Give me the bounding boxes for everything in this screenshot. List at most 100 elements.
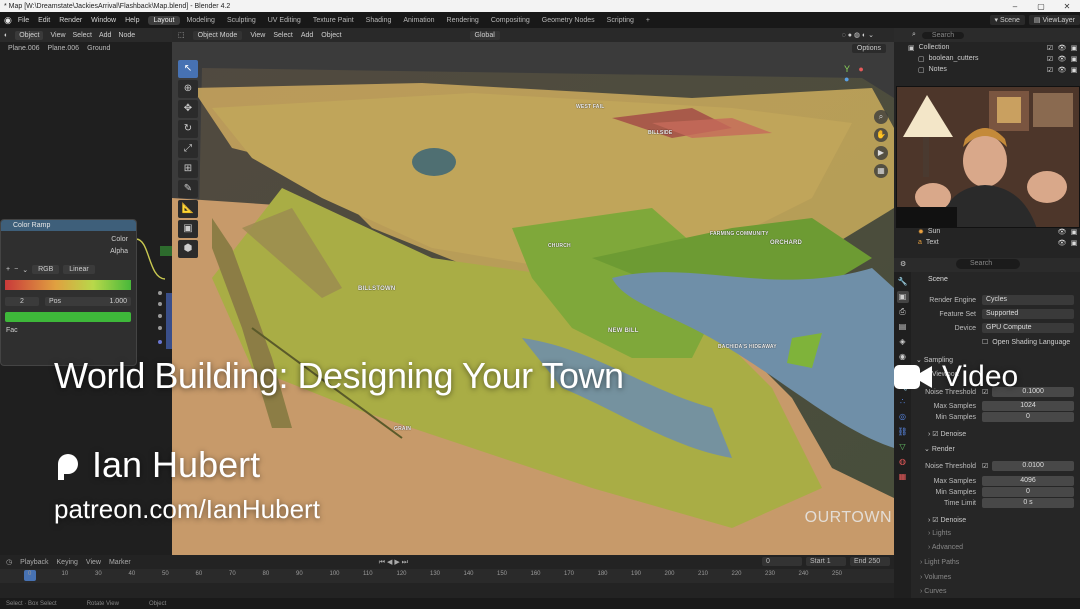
particles-tab-icon[interactable]: ∴ bbox=[897, 396, 909, 408]
add-stop-button[interactable]: + bbox=[6, 266, 10, 273]
tab-texture-paint[interactable]: Texture Paint bbox=[308, 16, 359, 25]
constraints-tab-icon[interactable]: ⛓ bbox=[897, 426, 909, 438]
add-cube-tool-icon[interactable]: ▣ bbox=[178, 220, 198, 238]
transform-orientation-dropdown[interactable]: Global bbox=[469, 30, 500, 40]
playback-controls[interactable]: ⏮ ◀ ▶ ⏭ bbox=[379, 558, 408, 567]
editor-type-icon[interactable]: ⬚ bbox=[178, 31, 185, 39]
menu-playback[interactable]: Playback bbox=[20, 559, 48, 566]
outliner-row-notes[interactable]: ▢ Notes ☑ 👁 ▣ bbox=[894, 64, 1080, 75]
menu-add[interactable]: Add bbox=[301, 32, 313, 39]
time-limit-field[interactable]: 0 s bbox=[982, 498, 1074, 508]
checkbox-icon[interactable]: ☑ bbox=[1044, 55, 1056, 63]
device-dropdown[interactable]: GPU Compute bbox=[982, 323, 1074, 333]
menu-marker[interactable]: Marker bbox=[109, 559, 131, 566]
patreon-url[interactable]: patreon.com/IanHubert bbox=[54, 494, 320, 525]
advanced-subpanel[interactable]: › Advanced bbox=[928, 544, 963, 551]
checkbox-icon[interactable]: ☑ bbox=[1044, 44, 1056, 52]
close-button[interactable]: ✕ bbox=[1054, 2, 1080, 11]
ramp-gradient[interactable] bbox=[5, 280, 131, 290]
output-tab-icon[interactable]: ⎙ bbox=[897, 306, 909, 318]
outliner-row-boolean-cutters[interactable]: ▢ boolean_cutters ☑ 👁 ▣ bbox=[894, 53, 1080, 64]
move-tool-icon[interactable]: ✥ bbox=[178, 100, 198, 118]
camera-icon[interactable]: ▶ bbox=[874, 146, 888, 160]
viewport-min-samples-field[interactable]: 0 bbox=[982, 412, 1074, 422]
viewport-max-samples-field[interactable]: 1024 bbox=[982, 401, 1074, 411]
cursor-tool-icon[interactable]: ⊕ bbox=[178, 80, 198, 98]
menu-object[interactable]: Object bbox=[321, 32, 341, 39]
tab-uv-editing[interactable]: UV Editing bbox=[263, 16, 306, 25]
annotate-tool-icon[interactable]: ✎ bbox=[178, 180, 198, 198]
start-frame-field[interactable]: Start 1 bbox=[806, 557, 846, 566]
curves-panel[interactable]: › Curves bbox=[920, 588, 946, 595]
rotate-tool-icon[interactable]: ↻ bbox=[178, 120, 198, 138]
interpolation-dropdown[interactable]: Linear bbox=[63, 265, 95, 274]
node-title[interactable]: Color Ramp bbox=[1, 220, 136, 231]
measure-tool-icon[interactable]: 📐 bbox=[178, 200, 198, 218]
object-mode-dropdown[interactable]: Object Mode bbox=[192, 30, 243, 40]
physics-tab-icon[interactable]: ◎ bbox=[897, 411, 909, 423]
texture-tab-icon[interactable]: ▦ bbox=[897, 471, 909, 483]
pos-field[interactable]: Pos 1.000 bbox=[45, 297, 131, 306]
menu-window[interactable]: Window bbox=[91, 17, 116, 24]
blender-logo-icon[interactable]: ◉ bbox=[4, 15, 12, 26]
menu-render[interactable]: Render bbox=[59, 17, 82, 24]
3d-viewport[interactable]: ⬚ Object Mode View Select Add Object Glo… bbox=[172, 28, 894, 555]
pan-hand-icon[interactable]: ✋ bbox=[874, 128, 888, 142]
eye-icon[interactable]: 👁 bbox=[1056, 55, 1068, 63]
color-mode-dropdown[interactable]: RGB bbox=[32, 265, 60, 274]
add-workspace-button[interactable]: + bbox=[641, 16, 655, 25]
tool-tab-icon[interactable]: 🔧 bbox=[897, 276, 909, 288]
camera-icon[interactable]: ▣ bbox=[1068, 44, 1080, 52]
lights-subpanel[interactable]: › Lights bbox=[928, 530, 951, 537]
camera-icon[interactable]: ▣ bbox=[1068, 239, 1080, 247]
menu-file[interactable]: File bbox=[18, 17, 29, 24]
ramp-menu-button[interactable]: ⌄ bbox=[22, 266, 28, 274]
timeline[interactable]: ◷ Playback Keying View Marker ⏮ ◀ ▶ ⏭ 0 … bbox=[0, 555, 894, 598]
remove-stop-button[interactable]: − bbox=[14, 266, 18, 273]
tab-scripting[interactable]: Scripting bbox=[602, 16, 639, 25]
camera-icon[interactable]: ▣ bbox=[1068, 66, 1080, 74]
viewport-denoise-subpanel[interactable]: › ☑ Denoise bbox=[928, 430, 966, 438]
viewlayer-field[interactable]: ▤ ViewLayer bbox=[1028, 15, 1080, 25]
outliner-row-text[interactable]: a Text 👁 ▣ bbox=[894, 237, 1080, 248]
properties-editor[interactable]: ⚙ Search 🔧 ▣ ⎙ ▤ ◈ ◉ ▢ 🔧 ∴ ◎ ⛓ ▽ ◍ ▦ Sce… bbox=[894, 258, 1080, 598]
shading-mode-icons[interactable]: ◌ ● ◍ ◐ ⌄ bbox=[842, 31, 874, 39]
eye-icon[interactable]: 👁 bbox=[1056, 228, 1068, 236]
tab-sculpting[interactable]: Sculpting bbox=[222, 16, 261, 25]
tab-animation[interactable]: Animation bbox=[398, 16, 439, 25]
tab-compositing[interactable]: Compositing bbox=[486, 16, 535, 25]
data-tab-icon[interactable]: ▽ bbox=[897, 441, 909, 453]
editor-type-icon[interactable]: ⚙ bbox=[900, 260, 906, 268]
tab-shading[interactable]: Shading bbox=[361, 16, 397, 25]
view-layer-tab-icon[interactable]: ▤ bbox=[897, 321, 909, 333]
menu-edit[interactable]: Edit bbox=[38, 17, 50, 24]
scale-tool-icon[interactable]: ⤢ bbox=[178, 140, 198, 158]
add-object-tool-icon[interactable]: ⬢ bbox=[178, 240, 198, 258]
outliner-row-collection[interactable]: ▣ Collection ☑ 👁 ▣ bbox=[894, 42, 1080, 53]
render-denoise-subpanel[interactable]: › ☑ Denoise bbox=[928, 516, 966, 524]
render-min-samples-field[interactable]: 0 bbox=[982, 487, 1074, 497]
grid-icon[interactable]: ▦ bbox=[874, 164, 888, 178]
minimize-button[interactable]: – bbox=[1002, 2, 1028, 11]
current-frame-field[interactable]: 0 bbox=[762, 557, 802, 566]
navigation-gizmo[interactable]: Y ● ● bbox=[844, 64, 884, 84]
light-paths-panel[interactable]: › Light Paths bbox=[920, 559, 959, 566]
eye-icon[interactable]: 👁 bbox=[1056, 44, 1068, 52]
menu-view[interactable]: View bbox=[86, 559, 101, 566]
eye-icon[interactable]: 👁 bbox=[1056, 239, 1068, 247]
render-max-samples-field[interactable]: 4096 bbox=[982, 476, 1074, 486]
render-engine-dropdown[interactable]: Cycles bbox=[982, 295, 1074, 305]
material-tab-icon[interactable]: ◍ bbox=[897, 456, 909, 468]
scene-tab-icon[interactable]: ◈ bbox=[897, 336, 909, 348]
maximize-button[interactable]: ▢ bbox=[1028, 2, 1054, 11]
color-ramp-node[interactable]: Color Ramp Color Alpha + − ⌄ RGB Linear … bbox=[0, 219, 137, 366]
stop-index-field[interactable]: 2 bbox=[5, 297, 39, 306]
osl-row[interactable]: ☐ Open Shading Language bbox=[912, 336, 1078, 348]
zoom-icon[interactable]: ⌕ bbox=[874, 110, 888, 124]
timeline-ruler[interactable]: 0 10 30 40 50 60 70 80 90 100 110 120 130 140 150 160 17… bbox=[0, 569, 894, 583]
filter-icon[interactable]: ⌕ bbox=[912, 31, 916, 39]
noise-threshold-checkbox[interactable]: ☑ bbox=[982, 462, 988, 470]
camera-icon[interactable]: ▣ bbox=[1068, 228, 1080, 236]
camera-icon[interactable]: ▣ bbox=[1068, 55, 1080, 63]
tab-modeling[interactable]: Modeling bbox=[182, 16, 220, 25]
